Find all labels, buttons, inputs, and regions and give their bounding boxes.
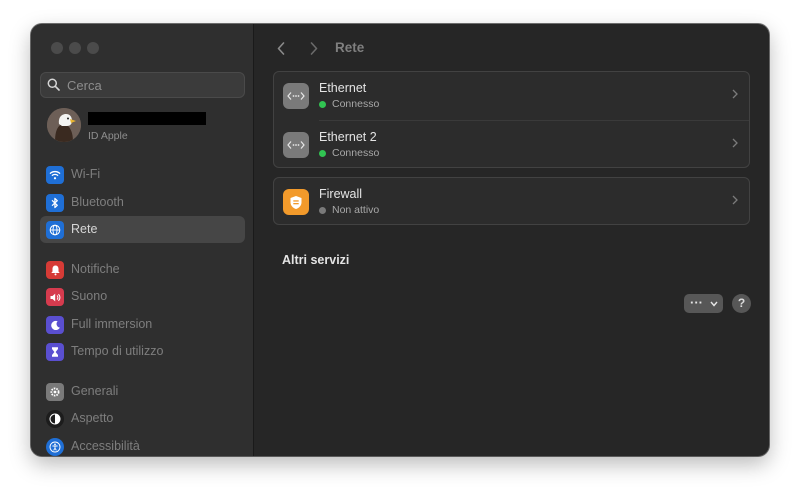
ethernet-icon bbox=[283, 132, 309, 158]
sidebar-item-wifi[interactable]: Wi-Fi bbox=[40, 161, 245, 188]
sidebar-item-bluetooth[interactable]: Bluetooth bbox=[40, 189, 245, 216]
sidebar-item-label: Bluetooth bbox=[71, 195, 124, 209]
chevron-right-icon bbox=[732, 89, 738, 99]
status-dot-connected bbox=[319, 101, 326, 108]
settings-window: ID Apple Wi-Fi Bluetooth Rete bbox=[31, 24, 769, 456]
apple-id-account[interactable]: ID Apple bbox=[40, 108, 245, 146]
service-row-ethernet[interactable]: Ethernet Connesso bbox=[274, 72, 749, 121]
more-actions-button[interactable]: ··· bbox=[684, 294, 723, 313]
sidebar: ID Apple Wi-Fi Bluetooth Rete bbox=[31, 24, 254, 456]
sidebar-item-tempo-di-utilizzo[interactable]: Tempo di utilizzo bbox=[40, 338, 245, 365]
globe-icon bbox=[46, 221, 64, 239]
service-status: Connesso bbox=[332, 147, 380, 159]
status-dot-inactive bbox=[319, 207, 326, 214]
bluetooth-icon bbox=[46, 194, 64, 212]
chevron-down-icon bbox=[710, 301, 718, 307]
sidebar-item-label: Wi-Fi bbox=[71, 167, 101, 181]
search-field[interactable] bbox=[40, 72, 245, 98]
avatar bbox=[47, 108, 81, 142]
sidebar-item-label: Suono bbox=[71, 289, 108, 303]
accessibility-icon bbox=[46, 438, 64, 456]
gear-icon bbox=[46, 383, 64, 401]
hourglass-icon bbox=[46, 343, 64, 361]
sidebar-item-label: Generali bbox=[71, 384, 119, 398]
network-services-list: Ethernet Connesso Ethernet 2 Connesso bbox=[273, 71, 750, 168]
service-status: Connesso bbox=[332, 98, 380, 110]
apple-id-label: ID Apple bbox=[88, 130, 128, 142]
sidebar-item-accessibilita[interactable]: Accessibilità bbox=[40, 433, 245, 456]
page-title: Rete bbox=[335, 40, 365, 55]
ethernet-icon bbox=[283, 83, 309, 109]
main-content: Rete Ethernet Connesso Ethernet 2 Connes… bbox=[255, 24, 769, 456]
chevron-right-icon bbox=[732, 195, 738, 205]
forward-button[interactable] bbox=[305, 38, 323, 58]
other-services-heading: Altri servizi bbox=[282, 253, 350, 267]
sidebar-item-suono[interactable]: Suono bbox=[40, 283, 245, 310]
account-name-redacted bbox=[88, 112, 206, 125]
firewall-card: Firewall Non attivo bbox=[273, 177, 750, 225]
sidebar-item-label: Full immersion bbox=[71, 317, 153, 331]
sidebar-item-rete[interactable]: Rete bbox=[40, 216, 245, 243]
help-button[interactable]: ? bbox=[732, 294, 751, 313]
service-row-ethernet-2[interactable]: Ethernet 2 Connesso bbox=[274, 121, 749, 169]
sidebar-item-aspetto[interactable]: Aspetto bbox=[40, 405, 245, 432]
firewall-icon bbox=[283, 189, 309, 215]
chevron-right-icon bbox=[732, 138, 738, 148]
wifi-icon bbox=[46, 166, 64, 184]
minimize-window-button[interactable] bbox=[69, 42, 81, 54]
close-window-button[interactable] bbox=[51, 42, 63, 54]
sidebar-item-label: Notifiche bbox=[71, 262, 120, 276]
sidebar-item-label: Aspetto bbox=[71, 411, 114, 425]
speaker-icon bbox=[46, 288, 64, 306]
service-name: Ethernet 2 bbox=[319, 130, 377, 144]
back-button[interactable] bbox=[272, 38, 290, 58]
moon-icon bbox=[46, 316, 64, 334]
zoom-window-button[interactable] bbox=[87, 42, 99, 54]
sidebar-item-generali[interactable]: Generali bbox=[40, 378, 245, 405]
bell-icon bbox=[46, 261, 64, 279]
service-name: Ethernet bbox=[319, 81, 367, 95]
service-name: Firewall bbox=[319, 187, 363, 201]
sidebar-item-label: Rete bbox=[71, 222, 98, 236]
search-input[interactable] bbox=[65, 76, 240, 94]
status-dot-connected bbox=[319, 150, 326, 157]
eagle-avatar-icon bbox=[47, 108, 81, 142]
ellipsis-icon: ··· bbox=[690, 295, 703, 310]
chevron-left-icon bbox=[277, 41, 285, 55]
search-icon bbox=[47, 78, 60, 91]
chevron-right-icon bbox=[310, 41, 318, 55]
service-status: Non attivo bbox=[332, 204, 380, 216]
sidebar-item-label: Tempo di utilizzo bbox=[71, 344, 164, 358]
sidebar-item-label: Accessibilità bbox=[71, 439, 140, 453]
sidebar-item-notifiche[interactable]: Notifiche bbox=[40, 256, 245, 283]
appearance-icon bbox=[46, 410, 64, 428]
sidebar-item-full-immersion[interactable]: Full immersion bbox=[40, 311, 245, 338]
service-row-firewall[interactable]: Firewall Non attivo bbox=[274, 178, 749, 226]
